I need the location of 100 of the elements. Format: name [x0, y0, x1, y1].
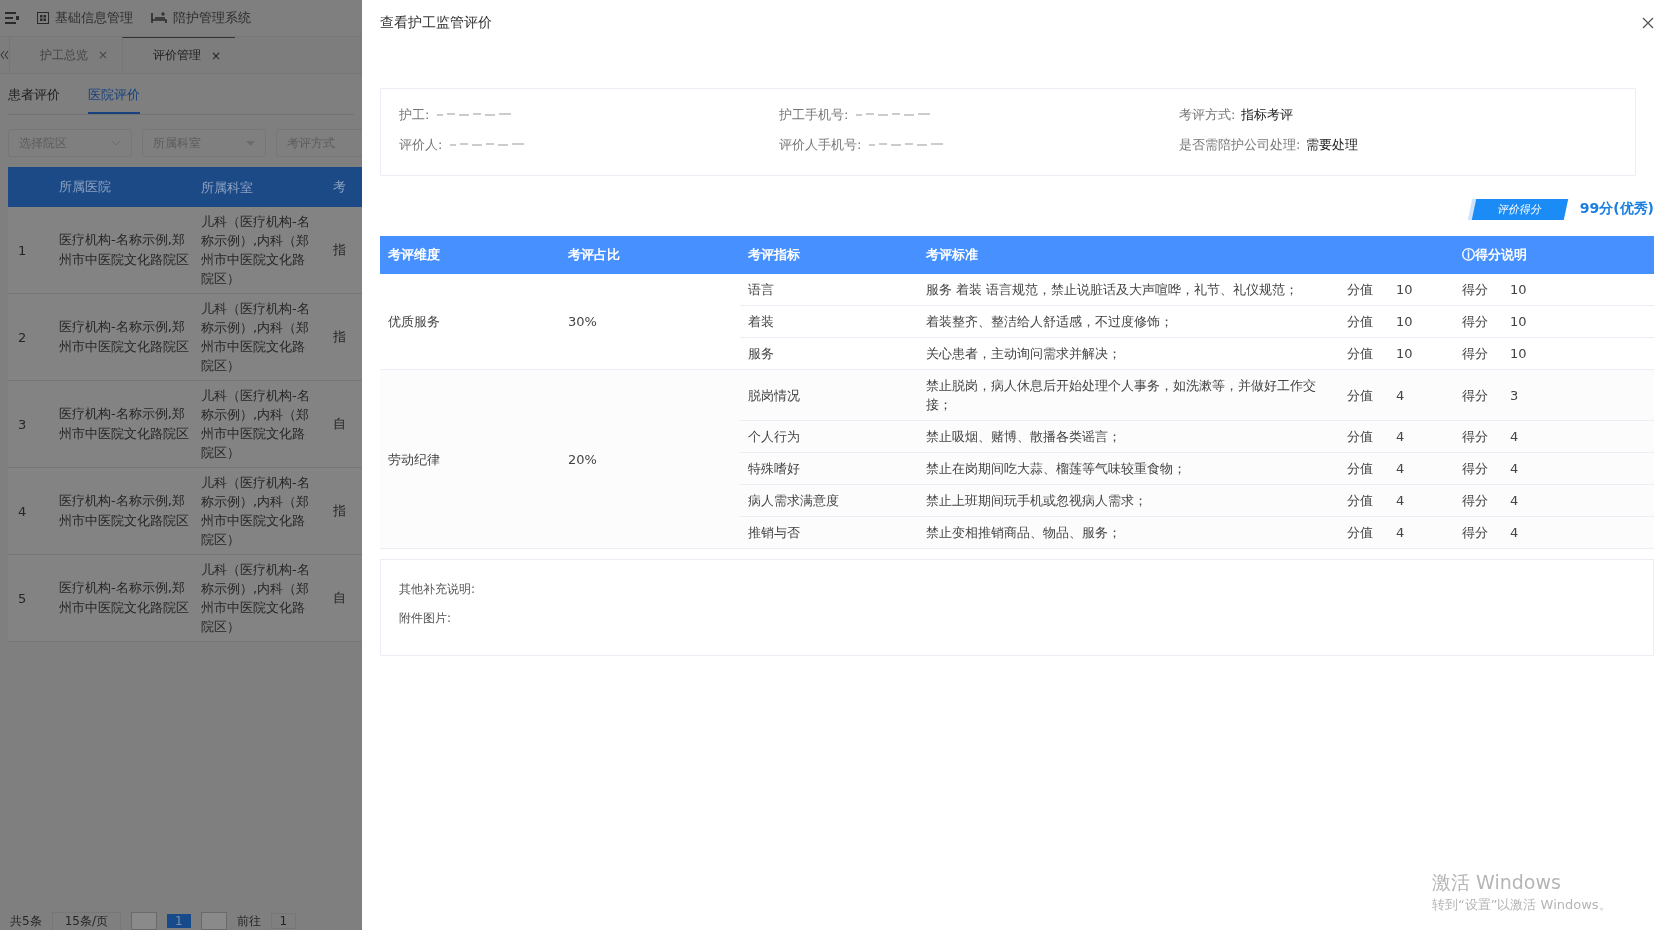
page-number[interactable]: 1 — [166, 914, 191, 928]
field-value: 需要处理 — [1306, 136, 1359, 154]
drawer-title: 查看护工监管评价 — [380, 14, 492, 32]
column-header: 考评占比 — [560, 236, 740, 274]
total-count: 共5条 — [10, 912, 42, 930]
bed-icon — [151, 12, 167, 24]
table-cell: 4 — [1388, 452, 1455, 485]
table-cell-text: 医疗机构-名称示例,郑州市中医院文化路院区 — [58, 318, 190, 356]
table-cell-text: 指 — [332, 241, 346, 259]
table-cell: 10 — [1388, 305, 1455, 338]
table-cell: 4 — [1388, 516, 1455, 549]
row-number: 1 — [17, 242, 28, 258]
table-cell-text: 儿科（医疗机构-名称示例）,内科（郑州市中医院文化路院区） — [200, 387, 311, 462]
table-cell: 分值 — [1339, 369, 1388, 421]
activation-title: 激活 Windows — [1432, 870, 1562, 895]
goto-label: 前往 — [236, 912, 261, 930]
table-cell: 得分 — [1454, 369, 1503, 421]
table-cell: 得分 — [1454, 274, 1503, 306]
note-label: 其他补充说明: — [399, 581, 477, 598]
table-cell: 语言 — [740, 274, 918, 306]
score-value: 99分(优秀) — [1579, 200, 1654, 218]
column-header: 考评维度 — [380, 236, 560, 274]
table-cell: 4 — [1502, 420, 1654, 453]
column-header: 所属医院 — [58, 178, 112, 196]
table-cell: 3 — [1502, 369, 1654, 421]
table-cell-text: 指 — [332, 328, 346, 346]
table-cell: 服务 — [740, 337, 918, 370]
table-cell: 禁止在岗期间吃大蒜、榴莲等气味较重食物； — [918, 452, 1339, 485]
page-size-select[interactable]: 15条/页 — [51, 912, 121, 930]
grid-icon — [37, 12, 49, 24]
field-label: 考评方式: — [1179, 106, 1236, 124]
table-cell: 10 — [1502, 305, 1654, 338]
sub-tab[interactable]: 患者评价 — [8, 86, 60, 114]
row-number: 2 — [17, 329, 28, 345]
close-icon[interactable] — [1642, 17, 1654, 29]
table-cell: 4 — [1502, 516, 1654, 549]
table-cell: 个人行为 — [740, 420, 918, 453]
table-cell-text: 儿科（医疗机构-名称示例）,内科（郑州市中医院文化路院区） — [200, 213, 311, 288]
table-cell-text: 医疗机构-名称示例,郑州市中医院文化路院区 — [58, 492, 190, 530]
table-cell-text: 儿科（医疗机构-名称示例）,内科（郑州市中医院文化路院区） — [200, 561, 311, 636]
table-cell: 分值 — [1339, 274, 1388, 306]
table-cell: 得分 — [1454, 420, 1503, 453]
table-cell: 4 — [1502, 452, 1654, 485]
close-tab-icon[interactable]: × — [211, 48, 222, 63]
field-label: 是否需陪护公司处理: — [1179, 136, 1301, 154]
table-cell: 禁止变相推销商品、物品、服务； — [918, 516, 1339, 549]
table-cell: 30% — [560, 274, 740, 370]
table-cell: 得分 — [1454, 305, 1503, 338]
table-cell: 分值 — [1339, 484, 1388, 517]
collapse-icon[interactable] — [0, 50, 9, 60]
menu-icon[interactable] — [5, 12, 19, 24]
table-cell: 服务 着装 语言规范，禁止说脏话及大声喧哗，礼节、礼仪规范； — [918, 274, 1339, 306]
column-header: ⓘ得分说明 — [1454, 236, 1654, 274]
table-cell-text: 医疗机构-名称示例,郑州市中医院文化路院区 — [58, 231, 190, 269]
table-cell: 着装整齐、整洁给人舒适感，不过度修饰； — [918, 305, 1339, 338]
column-header: 所属科室 — [200, 178, 254, 197]
table-cell-text: 医疗机构-名称示例,郑州市中医院文化路院区 — [58, 405, 190, 443]
table-cell: 10 — [1502, 337, 1654, 370]
table-cell: 得分 — [1454, 452, 1503, 485]
table-cell-text: 儿科（医疗机构-名称示例）,内科（郑州市中医院文化路院区） — [200, 474, 311, 549]
table-cell-text: 医疗机构-名称示例,郑州市中医院文化路院区 — [58, 579, 190, 617]
field-label: 护工手机号: — [779, 106, 849, 124]
table-cell: 4 — [1388, 484, 1455, 517]
table-cell: 禁止上班期间玩手机或忽视病人需求； — [918, 484, 1339, 517]
row-number: 4 — [17, 503, 28, 519]
column-header: 考评标准 — [918, 236, 1455, 274]
nav-item[interactable]: 基础信息管理 — [37, 9, 133, 27]
table-cell: 禁止脱岗，病人休息后开始处理个人事务，如洗漱等，并做好工作交接； — [918, 369, 1339, 421]
table-cell: 推销与否 — [740, 516, 918, 549]
table-cell: 分值 — [1339, 420, 1388, 453]
table-cell: 脱岗情况 — [740, 369, 918, 421]
table-cell-text: 指 — [332, 502, 346, 520]
table-cell: 得分 — [1454, 484, 1503, 517]
nav-item[interactable]: 陪护管理系统 — [151, 9, 251, 27]
row-number: 3 — [17, 416, 28, 432]
table-cell-text: 自 — [332, 589, 346, 607]
table-cell: 优质服务 — [380, 274, 560, 370]
sub-tab[interactable]: 医院评价 — [88, 86, 140, 114]
table-cell-text: 自 — [332, 415, 346, 433]
table-cell: 10 — [1388, 274, 1455, 306]
table-cell-text: 儿科（医疗机构-名称示例）,内科（郑州市中医院文化路院区） — [200, 300, 311, 375]
column-header: 考 — [332, 178, 346, 196]
score-badge: 评价得分 — [1471, 198, 1568, 220]
column-header: 考评指标 — [740, 236, 918, 274]
field-label: 评价人: — [399, 136, 443, 154]
note-label: 附件图片: — [399, 610, 453, 627]
table-cell: 着装 — [740, 305, 918, 338]
table-cell: 病人需求满意度 — [740, 484, 918, 517]
table-cell: 4 — [1388, 420, 1455, 453]
table-cell: 10 — [1502, 274, 1654, 306]
table-cell: 4 — [1502, 484, 1654, 517]
table-cell: 禁止吸烟、赌博、散播各类谣言； — [918, 420, 1339, 453]
table-cell: 分值 — [1339, 516, 1388, 549]
goto-field[interactable]: 1 — [270, 913, 297, 929]
table-cell: 特殊嗜好 — [740, 452, 918, 485]
field-label: 评价人手机号: — [779, 136, 862, 154]
table-cell: 劳动纪律 — [380, 369, 560, 549]
page-tab[interactable]: 评价管理 × — [122, 36, 236, 74]
close-tab-icon[interactable]: × — [98, 48, 109, 62]
table-cell: 得分 — [1454, 516, 1503, 549]
